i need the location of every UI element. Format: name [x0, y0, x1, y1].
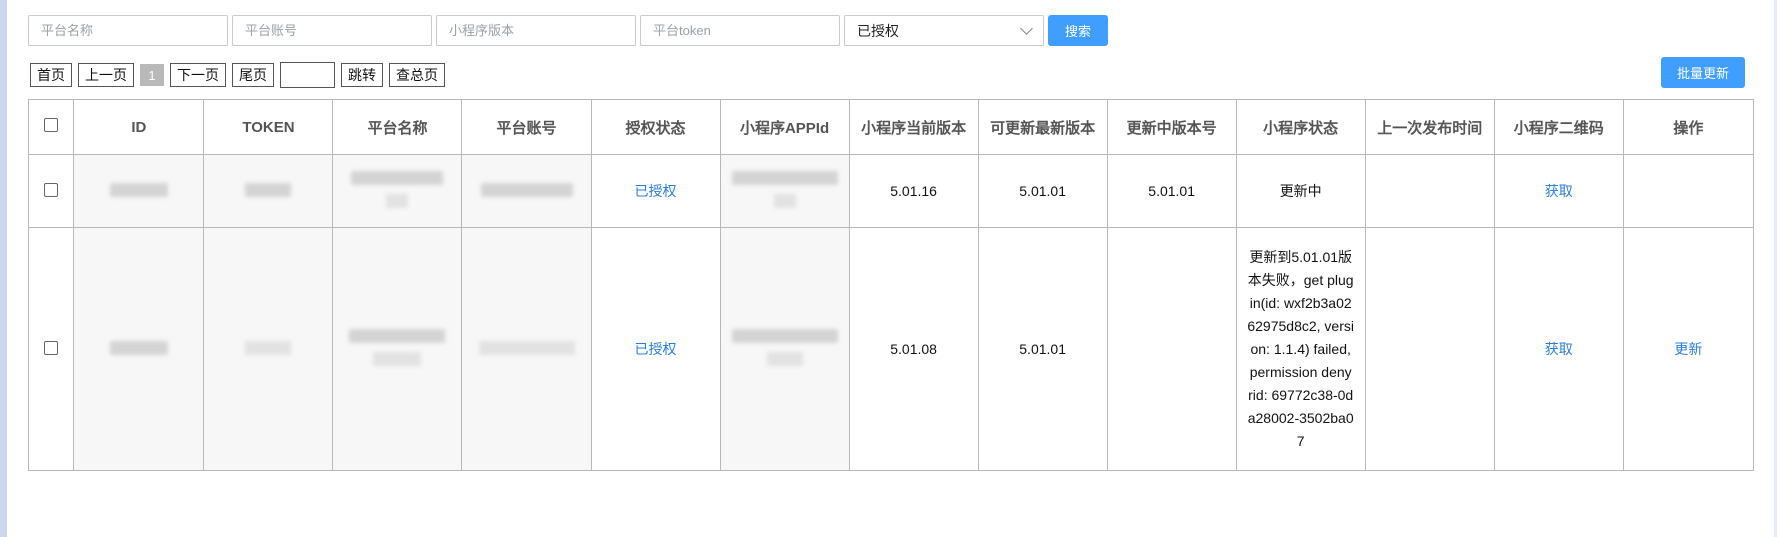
header-updating-version: 更新中版本号: [1106, 99, 1237, 155]
redacted-block: [773, 194, 796, 208]
auth-status-select-value: 已授权: [857, 22, 899, 39]
mini-version-input[interactable]: [436, 15, 636, 46]
row-select-cell[interactable]: [27, 227, 75, 471]
header-id: ID: [73, 99, 205, 155]
latest-version-cell: 5.01.01: [977, 227, 1108, 471]
redacted-block: [109, 182, 168, 197]
mini-program-table: ID TOKEN 平台名称 平台账号 授权状态 小程序APPId 小程序当前版本…: [27, 99, 1755, 471]
redacted-block: [766, 352, 803, 366]
header-appid: 小程序APPId: [719, 99, 850, 155]
header-select-all[interactable]: [27, 99, 75, 155]
redacted-block: [480, 182, 573, 197]
platform-name-input[interactable]: [28, 15, 228, 46]
pagination: 首页 上一页 1 下一页 尾页 跳转 查总页: [30, 62, 451, 88]
mini-status-cell: 更新中: [1235, 154, 1366, 228]
jump-button[interactable]: 跳转: [341, 63, 383, 87]
jump-page-input[interactable]: [280, 62, 335, 88]
auth-status-link[interactable]: 已授权: [635, 183, 677, 199]
redacted-block: [731, 329, 838, 343]
update-link[interactable]: 更新: [1674, 341, 1702, 357]
redacted-block: [373, 352, 422, 366]
latest-version-cell: 5.01.01: [977, 154, 1108, 228]
bulk-update-button[interactable]: 批量更新: [1660, 57, 1745, 88]
row-checkbox[interactable]: [44, 340, 59, 355]
row-select-cell[interactable]: [27, 154, 75, 228]
platform-account-cell-redacted: [461, 227, 592, 471]
actions-cell: 更新: [1622, 227, 1755, 471]
auth-status-select[interactable]: 已授权: [844, 15, 1044, 46]
left-edge-strip: [0, 0, 7, 537]
header-qrcode: 小程序二维码: [1493, 99, 1624, 155]
redacted-block: [245, 340, 292, 355]
updating-version-cell: 5.01.01: [1106, 154, 1237, 228]
platform-name-cell-redacted: [332, 227, 463, 471]
header-current-version: 小程序当前版本: [848, 99, 979, 155]
actions-cell: [1622, 154, 1755, 228]
appid-cell-redacted: [719, 154, 850, 228]
mini-status-cell: 更新到5.01.01版本失败，get plugin(id: wxf2b3a026…: [1235, 227, 1366, 471]
select-all-checkbox[interactable]: [44, 118, 59, 132]
prev-page-button[interactable]: 上一页: [78, 63, 134, 87]
platform-account-cell-redacted: [461, 154, 592, 228]
header-auth-status: 授权状态: [590, 99, 721, 155]
header-mini-status: 小程序状态: [1235, 99, 1366, 155]
row-checkbox[interactable]: [44, 182, 59, 197]
auth-status-cell: 已授权: [590, 154, 721, 228]
current-version-cell: 5.01.08: [848, 227, 979, 471]
token-cell-redacted: [203, 154, 334, 228]
get-qrcode-link[interactable]: 获取: [1545, 183, 1573, 199]
get-qrcode-link[interactable]: 获取: [1545, 341, 1573, 357]
redacted-block: [245, 182, 292, 197]
id-cell-redacted: [73, 154, 205, 228]
header-latest-version: 可更新最新版本: [977, 99, 1108, 155]
header-platform-name: 平台名称: [332, 99, 463, 155]
last-publish-cell: [1364, 227, 1495, 471]
last-page-button[interactable]: 尾页: [232, 63, 274, 87]
redacted-block: [351, 171, 444, 185]
id-cell-redacted: [73, 227, 205, 471]
qrcode-cell: 获取: [1493, 227, 1624, 471]
redacted-block: [386, 194, 409, 208]
platform-account-input[interactable]: [232, 15, 432, 46]
header-token: TOKEN: [203, 99, 334, 155]
table-header-row: ID TOKEN 平台名称 平台账号 授权状态 小程序APPId 小程序当前版本…: [27, 99, 1755, 155]
platform-token-input[interactable]: [640, 15, 840, 46]
header-last-publish: 上一次发布时间: [1364, 99, 1495, 155]
redacted-block: [349, 329, 446, 343]
next-page-button[interactable]: 下一页: [170, 63, 226, 87]
current-page-indicator: 1: [140, 64, 164, 86]
token-cell-redacted: [203, 227, 334, 471]
table-row: 已授权 5.01.08 5.01.01 更新到5.01.01版本失败，get p…: [27, 227, 1755, 471]
appid-cell-redacted: [719, 227, 850, 471]
redacted-block: [109, 340, 168, 355]
search-button[interactable]: 搜索: [1048, 15, 1108, 46]
header-actions: 操作: [1622, 99, 1755, 155]
redacted-block: [478, 340, 575, 355]
total-pages-button[interactable]: 查总页: [389, 63, 445, 87]
qrcode-cell: 获取: [1493, 154, 1624, 228]
header-platform-account: 平台账号: [461, 99, 592, 155]
chevron-down-icon: [1020, 22, 1033, 35]
first-page-button[interactable]: 首页: [30, 63, 72, 87]
last-publish-cell: [1364, 154, 1495, 228]
updating-version-cell: [1106, 227, 1237, 471]
auth-status-link[interactable]: 已授权: [635, 341, 677, 357]
table-row: 已授权 5.01.16 5.01.01 5.01.01 更新中 获取: [27, 154, 1755, 228]
filter-bar: 已授权 搜索: [28, 15, 1108, 46]
redacted-block: [731, 171, 838, 185]
platform-name-cell-redacted: [332, 154, 463, 228]
current-version-cell: 5.01.16: [848, 154, 979, 228]
auth-status-cell: 已授权: [590, 227, 721, 471]
